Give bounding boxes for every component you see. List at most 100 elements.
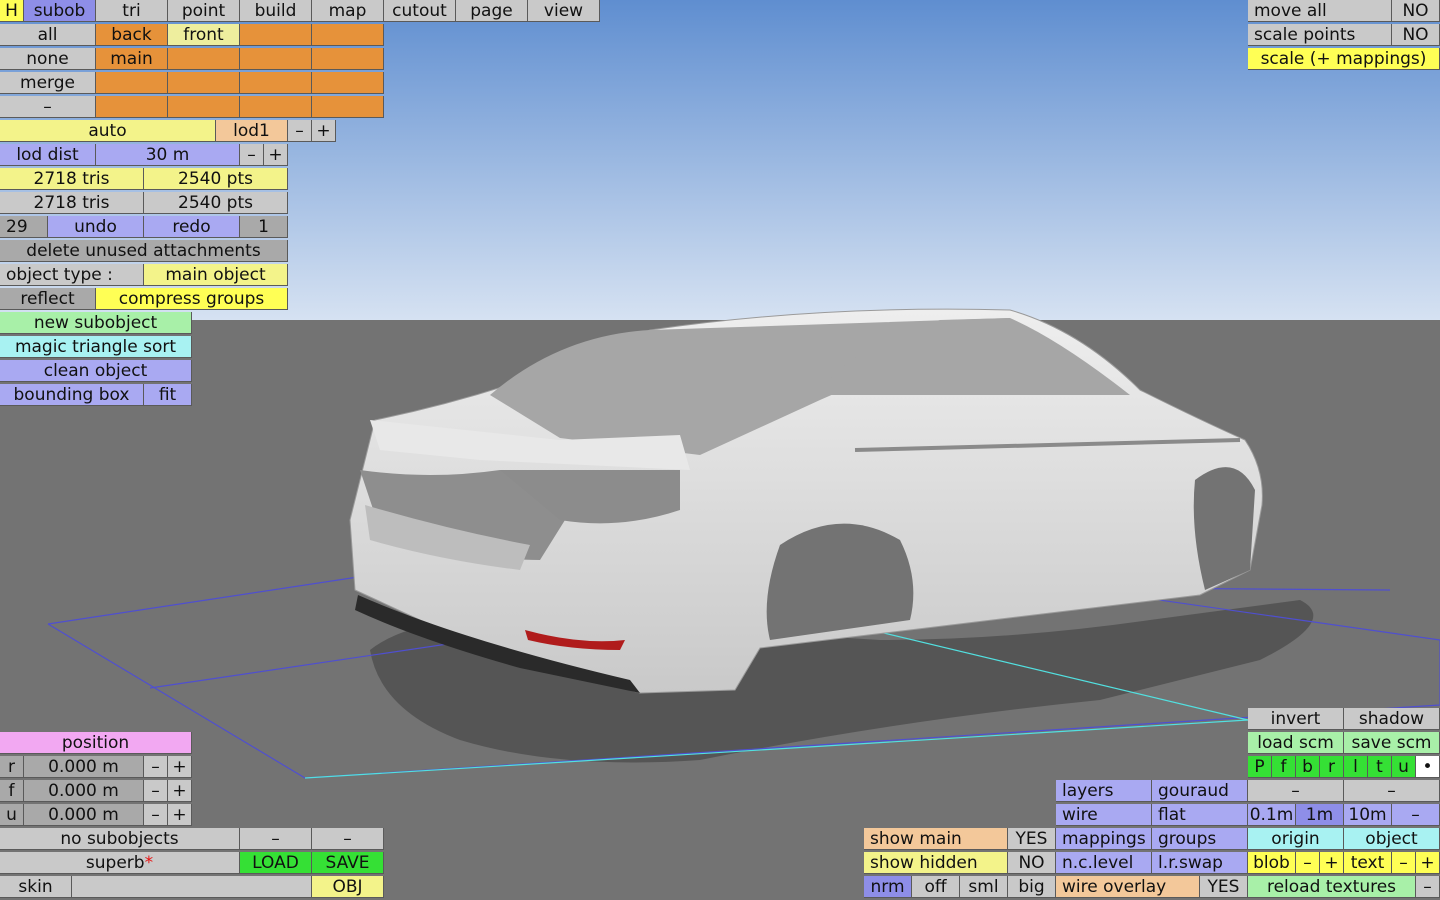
subobject-slot-empty[interactable] — [312, 48, 384, 70]
view-l-button[interactable]: l — [1344, 756, 1368, 778]
lod-minus-button[interactable]: – — [288, 120, 312, 142]
grid-1m-button[interactable]: 1m — [1296, 804, 1344, 826]
select-all-button[interactable]: all — [0, 24, 96, 46]
dash-button[interactable]: – — [240, 828, 312, 850]
dot-icon[interactable]: • — [1416, 756, 1440, 778]
text-button[interactable]: text — [1344, 852, 1392, 874]
invert-button[interactable]: invert — [1248, 708, 1344, 730]
subobject-slot-empty[interactable] — [96, 96, 168, 118]
object-button[interactable]: object — [1344, 828, 1440, 850]
position-f-plus[interactable]: + — [168, 780, 192, 802]
lr-swap-button[interactable]: l.r.swap — [1152, 852, 1248, 874]
save-button[interactable]: SAVE — [312, 852, 384, 874]
show-main-label[interactable]: show main — [864, 828, 1008, 850]
subobject-slot-empty[interactable] — [312, 24, 384, 46]
compress-groups-button[interactable]: compress groups — [96, 288, 288, 310]
select-none-button[interactable]: none — [0, 48, 96, 70]
wire-overlay-toggle[interactable]: YES — [1200, 876, 1248, 898]
bounding-box-button[interactable]: bounding box — [0, 384, 144, 406]
show-hidden-toggle[interactable]: NO — [1008, 852, 1056, 874]
subobject-slot-empty[interactable] — [240, 48, 312, 70]
blob-minus-button[interactable]: – — [1296, 852, 1320, 874]
skin-field[interactable] — [72, 876, 312, 898]
subobject-slot-empty[interactable] — [240, 24, 312, 46]
lod-auto-button[interactable]: auto — [0, 120, 216, 142]
subobject-slot-empty[interactable] — [168, 72, 240, 94]
position-u-plus[interactable]: + — [168, 804, 192, 826]
blob-plus-button[interactable]: + — [1320, 852, 1344, 874]
subobject-back[interactable]: back — [96, 24, 168, 46]
lod-dist-value[interactable]: 30 m — [96, 144, 240, 166]
text-minus-button[interactable]: – — [1392, 852, 1416, 874]
lod-dist-minus-button[interactable]: – — [240, 144, 264, 166]
position-f-minus[interactable]: – — [144, 780, 168, 802]
shadow-button[interactable]: shadow — [1344, 708, 1440, 730]
view-r-button[interactable]: r — [1320, 756, 1344, 778]
view-f-button[interactable]: f — [1272, 756, 1296, 778]
subobject-slot-empty[interactable] — [312, 72, 384, 94]
show-main-toggle[interactable]: YES — [1008, 828, 1056, 850]
load-button[interactable]: LOAD — [240, 852, 312, 874]
mappings-button[interactable]: mappings — [1056, 828, 1152, 850]
dash-button[interactable]: – — [1248, 780, 1344, 802]
dash-button[interactable]: – — [0, 96, 96, 118]
merge-button[interactable]: merge — [0, 72, 96, 94]
magic-triangle-sort-button[interactable]: magic triangle sort — [0, 336, 192, 358]
subobject-slot-empty[interactable] — [96, 72, 168, 94]
position-u-minus[interactable]: – — [144, 804, 168, 826]
undo-button[interactable]: undo — [48, 216, 144, 238]
position-u-value[interactable]: 0.000 m — [24, 804, 144, 826]
lod-plus-button[interactable]: + — [312, 120, 336, 142]
lod-name[interactable]: lod1 — [216, 120, 288, 142]
grid-0-1m-button[interactable]: 0.1m — [1248, 804, 1296, 826]
tab-subob[interactable]: subob — [24, 0, 96, 22]
tab-page[interactable]: page — [456, 0, 528, 22]
normals-sml-button[interactable]: sml — [960, 876, 1008, 898]
move-all-toggle[interactable]: NO — [1392, 0, 1440, 22]
load-scm-button[interactable]: load scm — [1248, 732, 1344, 754]
subobject-main[interactable]: main — [96, 48, 168, 70]
home-button[interactable]: H — [0, 0, 24, 22]
redo-button[interactable]: redo — [144, 216, 240, 238]
tab-view[interactable]: view — [528, 0, 600, 22]
fit-button[interactable]: fit — [144, 384, 192, 406]
position-f-value[interactable]: 0.000 m — [24, 780, 144, 802]
tab-cutout[interactable]: cutout — [384, 0, 456, 22]
position-r-value[interactable]: 0.000 m — [24, 756, 144, 778]
reflect-button[interactable]: reflect — [0, 288, 96, 310]
subobject-slot-empty[interactable] — [312, 96, 384, 118]
reload-dash-button[interactable]: – — [1416, 876, 1440, 898]
normals-big-button[interactable]: big — [1008, 876, 1056, 898]
delete-unused-attachments-button[interactable]: delete unused attachments — [0, 240, 288, 262]
tab-point[interactable]: point — [168, 0, 240, 22]
view-t-button[interactable]: t — [1368, 756, 1392, 778]
show-hidden-label[interactable]: show hidden — [864, 852, 1008, 874]
groups-button[interactable]: groups — [1152, 828, 1248, 850]
text-plus-button[interactable]: + — [1416, 852, 1440, 874]
scale-points-toggle[interactable]: NO — [1392, 24, 1440, 46]
normals-nrm-button[interactable]: nrm — [864, 876, 912, 898]
grid-10m-button[interactable]: 10m — [1344, 804, 1392, 826]
origin-button[interactable]: origin — [1248, 828, 1344, 850]
view-u-button[interactable]: u — [1392, 756, 1416, 778]
lod-dist-plus-button[interactable]: + — [264, 144, 288, 166]
obj-button[interactable]: OBJ — [312, 876, 384, 898]
wire-button[interactable]: wire — [1056, 804, 1152, 826]
subobject-slot-empty[interactable] — [168, 96, 240, 118]
move-all-label[interactable]: move all — [1248, 0, 1392, 22]
wire-overlay-label[interactable]: wire overlay — [1056, 876, 1200, 898]
scale-points-label[interactable]: scale points — [1248, 24, 1392, 46]
reload-textures-button[interactable]: reload textures — [1248, 876, 1416, 898]
flat-button[interactable]: flat — [1152, 804, 1248, 826]
view-p-button[interactable]: P — [1248, 756, 1272, 778]
normals-off-button[interactable]: off — [912, 876, 960, 898]
subobject-slot-empty[interactable] — [240, 96, 312, 118]
position-r-plus[interactable]: + — [168, 756, 192, 778]
object-type-value[interactable]: main object — [144, 264, 288, 286]
blob-button[interactable]: blob — [1248, 852, 1296, 874]
position-r-minus[interactable]: – — [144, 756, 168, 778]
save-scm-button[interactable]: save scm — [1344, 732, 1440, 754]
subobject-front[interactable]: front — [168, 24, 240, 46]
clean-object-button[interactable]: clean object — [0, 360, 192, 382]
subobject-slot-empty[interactable] — [168, 48, 240, 70]
